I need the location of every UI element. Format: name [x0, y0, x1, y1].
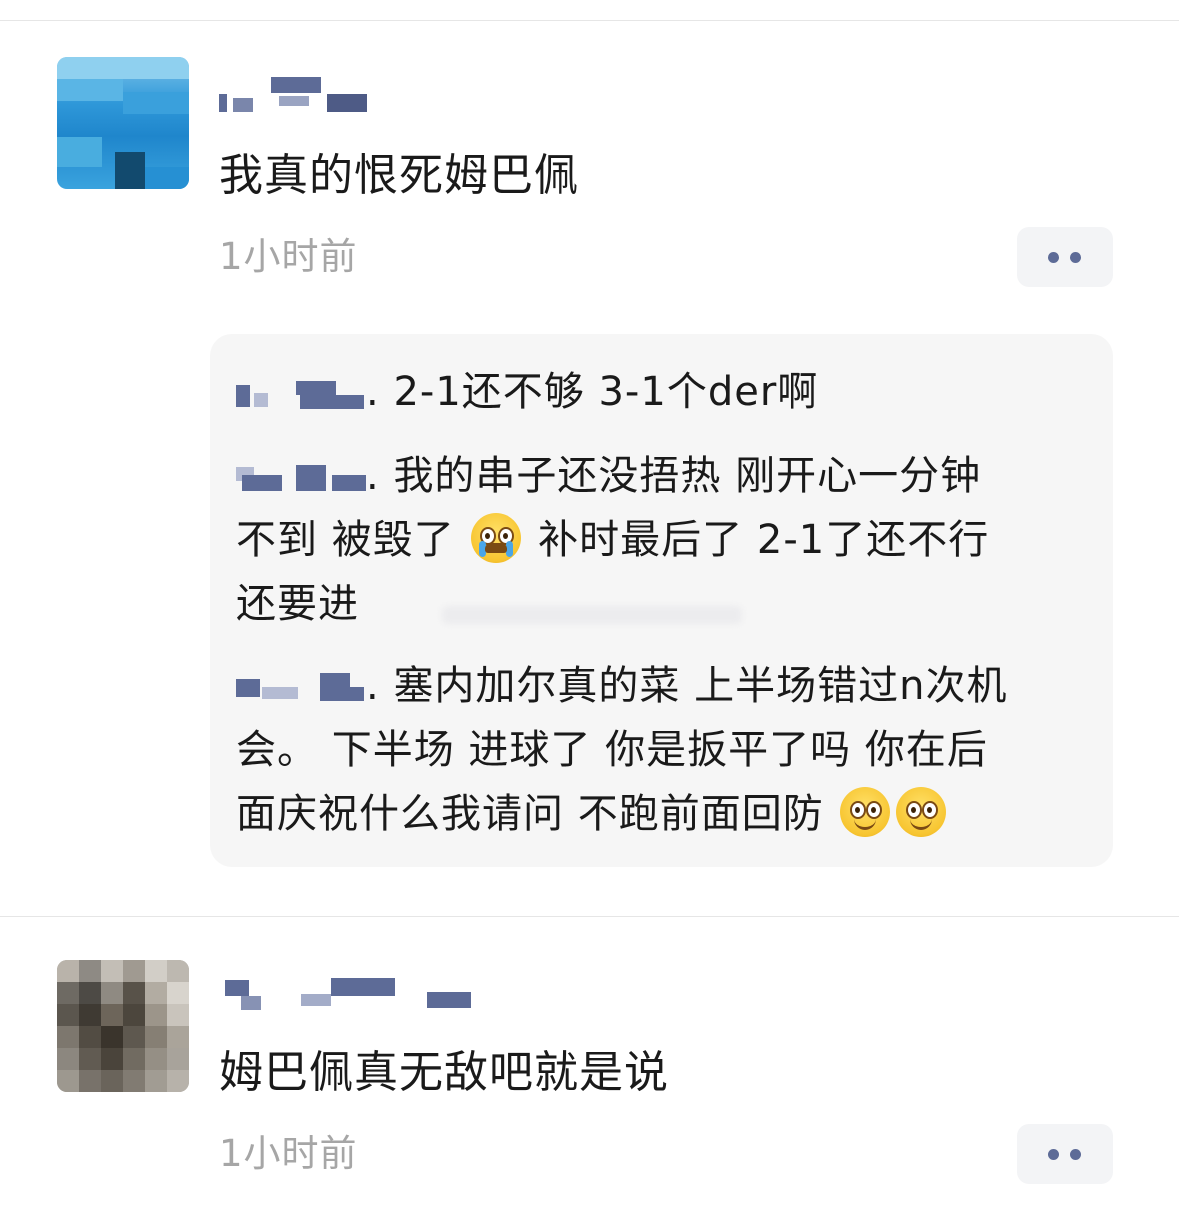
comment-divider: [0, 916, 1179, 917]
loudly-crying-face-icon: [471, 513, 522, 563]
nickname-censored[interactable]: [219, 968, 479, 1014]
reply-item[interactable]: . 塞内加尔真的菜 上半场错过n次机 会。 下半场 进球了 你是扳平了吗 你在后…: [236, 654, 1086, 846]
reply-author-censored[interactable]: [236, 665, 366, 705]
reply-list: . 2-1还不够 3-1个der啊 . 我的串子还没捂热 刚开心一分钟 不到 被…: [210, 334, 1113, 867]
comment-text: 我真的恨死姆巴佩: [219, 150, 579, 201]
smiling-face-icon: [896, 787, 947, 837]
reply-text: 2-1还不够 3-1个der啊: [393, 369, 819, 415]
comment-time: 1小时前: [219, 1132, 358, 1175]
blurred-text: [442, 606, 742, 624]
reply-text: 塞内加尔真的菜 上半场错过n次机: [393, 663, 1008, 709]
avatar[interactable]: [57, 57, 189, 189]
nickname-censored[interactable]: [219, 72, 379, 118]
more-button[interactable]: [1017, 227, 1113, 287]
reply-text: 我的串子还没捂热 刚开心一分钟: [393, 453, 982, 499]
more-button[interactable]: [1017, 1124, 1113, 1184]
reply-author-censored[interactable]: [236, 371, 366, 411]
reply-author-censored[interactable]: [236, 455, 366, 495]
reply-item[interactable]: . 2-1还不够 3-1个der啊: [236, 360, 1086, 424]
top-divider: [0, 20, 1179, 21]
comment-text: 姆巴佩真无敌吧就是说: [219, 1047, 669, 1098]
avatar[interactable]: [57, 960, 189, 1092]
smiling-face-icon: [840, 787, 891, 837]
comment-time: 1小时前: [219, 235, 358, 278]
